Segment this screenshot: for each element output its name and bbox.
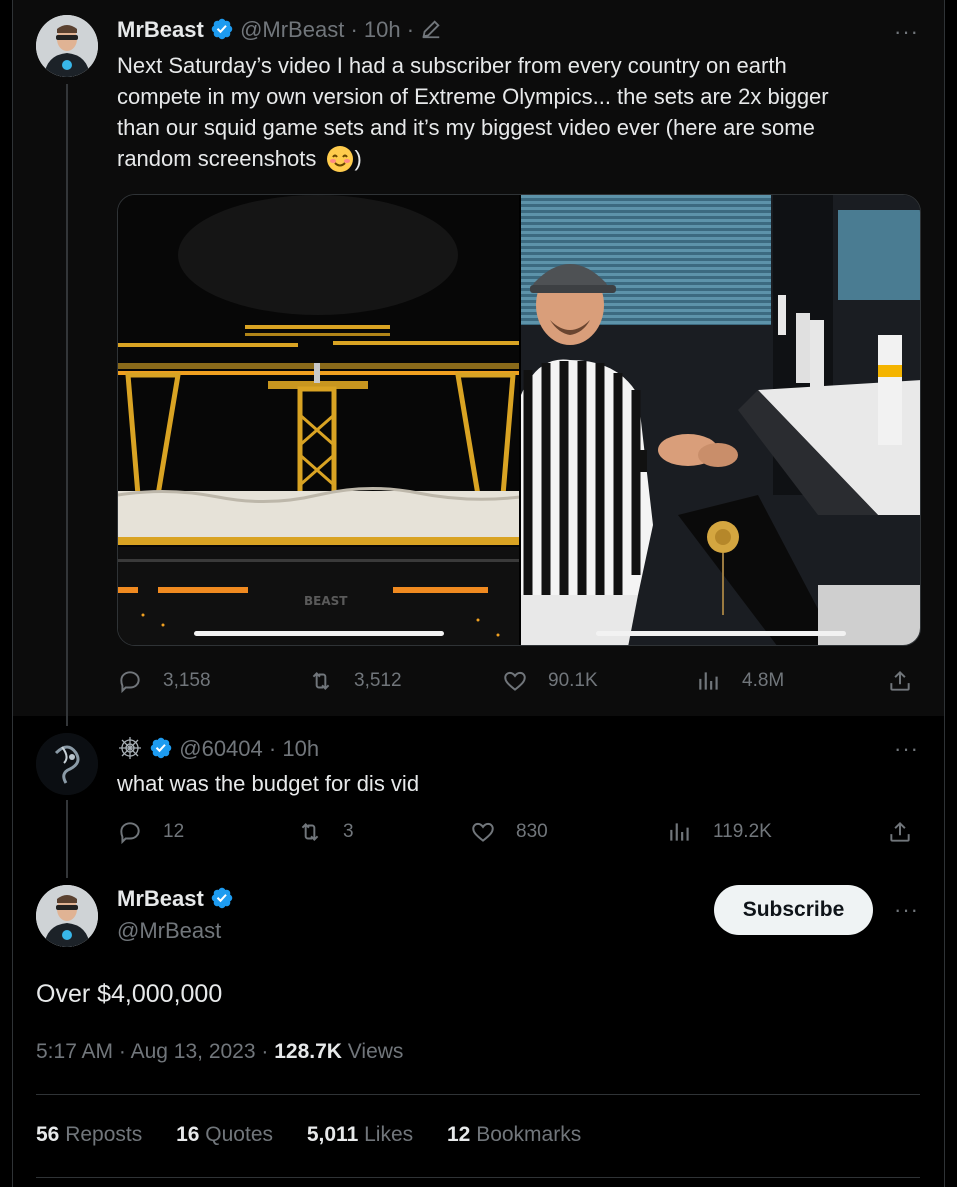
dark-smoke-avatar-image [36, 733, 98, 795]
verified-badge-icon [211, 18, 233, 40]
reposts-count: 56 [36, 1123, 60, 1146]
separator-dot: · [118, 1040, 126, 1063]
tweet-metadata: 5:17 AM · Aug 13, 2023 · 128.7K Views [36, 1040, 403, 1064]
reply-button[interactable]: 3,158 [117, 668, 211, 694]
timestamp[interactable]: 10h [364, 17, 401, 42]
reply-count: 3,158 [163, 670, 211, 691]
views-button[interactable]: 4.8M [696, 668, 784, 694]
author-handle[interactable]: @60404 [179, 736, 263, 761]
media-images: BEAST [118, 195, 921, 646]
reposts-stat[interactable]: 56 Reposts [36, 1123, 142, 1146]
separator-dot: · [406, 17, 415, 42]
like-button[interactable]: 90.1K [502, 668, 598, 694]
heart-icon [504, 671, 526, 691]
author-handle[interactable]: @MrBeast [117, 918, 221, 944]
divider [36, 1094, 920, 1095]
reply-icon [120, 671, 140, 694]
reply-button[interactable]: 12 [117, 819, 184, 845]
bookmarks-label: Bookmarks [476, 1123, 582, 1146]
post-time[interactable]: 5:17 AM [36, 1040, 113, 1063]
tweet-text: Next Saturday’s video I had a subscriber… [117, 50, 829, 174]
quotes-count: 16 [176, 1123, 200, 1146]
author-name[interactable]: MrBeast [117, 17, 204, 42]
repost-count: 3 [343, 821, 354, 842]
spider-web-emoji-icon [119, 737, 141, 759]
engagement-stats: 56 Reposts 16 Quotes 5,011 Likes 12 Book… [36, 1123, 609, 1147]
bookmarks-count: 12 [446, 1123, 471, 1146]
repost-icon [301, 823, 319, 841]
views-count: 119.2K [713, 821, 772, 842]
separator-dot: · [350, 17, 358, 42]
quotes-stat[interactable]: 16 Quotes [176, 1123, 273, 1146]
mrbeast-avatar-image [36, 15, 98, 77]
like-button[interactable]: 830 [470, 819, 548, 845]
mrbeast-avatar-image [36, 885, 98, 947]
like-count: 90.1K [548, 670, 598, 691]
reposts-label: Reposts [65, 1123, 143, 1146]
blushing-smile-emoji-icon [327, 146, 354, 172]
verified-badge-icon [150, 737, 172, 759]
likes-count: 5,011 [306, 1123, 359, 1146]
timestamp[interactable]: 10h [282, 736, 319, 761]
author-handle[interactable]: @MrBeast [240, 17, 344, 42]
divider [36, 1177, 920, 1178]
tweet-text: what was the budget for dis vid [117, 771, 420, 796]
tweet-text-fragment: ) [354, 146, 362, 171]
repost-icon [312, 672, 330, 690]
share-button[interactable] [887, 819, 933, 845]
tweet-text: Over $4,000,000 [36, 980, 223, 1008]
analytics-icon [670, 823, 689, 841]
heart-icon [472, 822, 494, 842]
share-button[interactable] [887, 668, 933, 694]
thread-connector-line [66, 84, 68, 726]
likes-stat[interactable]: 5,011 Likes [307, 1123, 413, 1146]
views-count: 4.8M [742, 670, 785, 691]
beast-logo-text: BEAST [304, 594, 348, 608]
reply-count: 12 [163, 821, 185, 842]
avatar[interactable] [36, 885, 98, 947]
verified-badge-icon [211, 887, 233, 909]
tweet-text-line: than our squid game sets and it’s my big… [117, 115, 815, 140]
tweet-media-gallery[interactable]: BEAST [117, 194, 921, 646]
share-icon [890, 821, 910, 842]
more-options-icon[interactable]: ··· [894, 19, 919, 45]
tweet-text-line: Next Saturday’s video I had a subscriber… [117, 53, 787, 78]
more-options-icon[interactable]: ··· [894, 736, 919, 762]
like-count: 830 [516, 821, 548, 842]
bookmarks-stat[interactable]: 12 Bookmarks [447, 1123, 581, 1146]
tweet-header: MrBeast @MrBeast · 10h · [117, 17, 442, 43]
repost-button[interactable]: 3,512 [308, 668, 402, 694]
avatar[interactable] [36, 733, 98, 795]
views-count: 128.7K [274, 1040, 342, 1063]
views-label: Views [347, 1040, 404, 1063]
tweet-text-line: compete in my own version of Extreme Oly… [117, 84, 829, 109]
tweet-text-line: random screenshots ) [117, 143, 829, 174]
quotes-label: Quotes [205, 1123, 274, 1146]
views-button[interactable]: 119.2K [667, 819, 772, 845]
analytics-icon [699, 672, 718, 690]
share-icon [890, 670, 910, 691]
subscribe-button[interactable]: Subscribe [714, 885, 873, 935]
edited-pencil-icon[interactable] [420, 18, 442, 40]
carousel-progress-bar [194, 631, 444, 636]
author-name[interactable]: MrBeast [117, 886, 204, 911]
avatar[interactable] [36, 15, 98, 77]
referee-photo-image[interactable] [521, 195, 921, 646]
timeline-border-right [944, 0, 945, 1187]
post-date[interactable]: Aug 13, 2023 [131, 1040, 256, 1063]
repost-count: 3,512 [354, 670, 402, 691]
thread-connector-line [66, 800, 68, 878]
tweet-text-fragment: random screenshots [117, 146, 317, 171]
repost-button[interactable]: 3 [297, 819, 354, 845]
author-info: MrBeast [117, 886, 234, 912]
carousel-progress-bar [596, 631, 846, 636]
likes-label: Likes [364, 1123, 414, 1146]
reply-icon [120, 822, 140, 845]
separator-dot: · [268, 736, 277, 761]
tweet-header: @60404 · 10h [117, 735, 319, 762]
separator-dot: · [261, 1040, 269, 1063]
more-options-icon[interactable]: ··· [894, 897, 919, 923]
arena-set-image[interactable]: BEAST [118, 195, 523, 646]
